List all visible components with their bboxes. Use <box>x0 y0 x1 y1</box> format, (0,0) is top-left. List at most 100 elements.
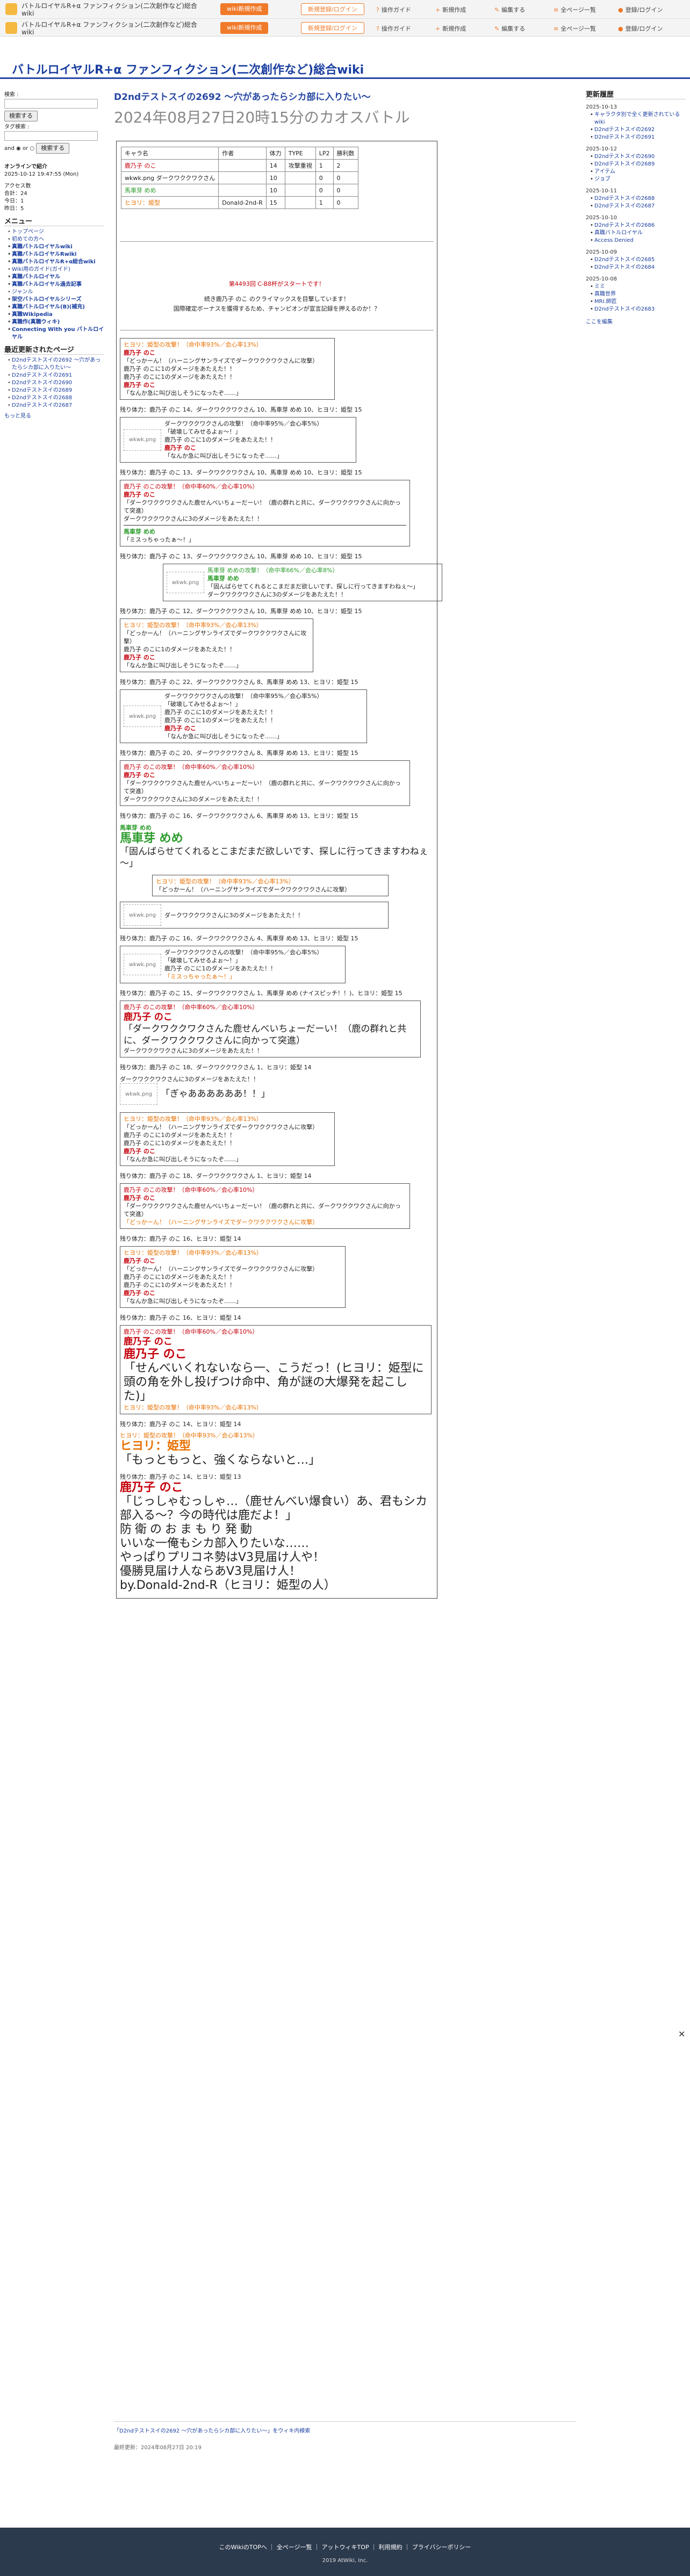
menu-item[interactable]: 真職作(真職ウィキ) <box>8 319 104 326</box>
history-item[interactable]: MRI.師匠 <box>590 298 686 306</box>
or-radio[interactable]: ○ <box>30 146 34 152</box>
nav-guide-2[interactable]: ? 操作ガイド <box>376 24 411 33</box>
nav-guide[interactable]: ? 操作ガイド <box>376 5 411 14</box>
history-item[interactable]: D2ndテストスイの2689 <box>590 161 686 168</box>
quote-large: 「もっともっと、強くならないと…」 <box>120 1454 321 1467</box>
nav-new-2[interactable]: + 新規作成 <box>435 24 466 33</box>
history-item[interactable]: D2ndテストスイの2691 <box>590 134 686 141</box>
history-date: 2025-10-13 <box>586 104 617 110</box>
history-date: 2025-10-12 <box>586 146 617 152</box>
menu-item[interactable]: 真職バトルロイヤルR+α総合wiki <box>8 258 104 266</box>
footer-link[interactable]: このWikiのTOPへ <box>219 2544 267 2551</box>
damage-line: 鹿乃子 のこに1のダメージをあたえた！！ <box>124 1132 235 1139</box>
speaker: 馬車芽 めめ <box>124 528 155 535</box>
table-cell: 10 <box>265 171 285 184</box>
attack-line: ヒヨリ：姫型の攻撃！（命中率93%／会心率13%） <box>124 622 262 629</box>
damage-line: 鹿乃子 のこに1のダメージをあたえた！！ <box>124 373 235 380</box>
title-divider <box>0 77 690 79</box>
recent-more-link[interactable]: もっと見る <box>4 413 31 419</box>
menu-item[interactable]: 架空バトルロイヤルシリーズ <box>8 296 104 304</box>
history-date: 2025-10-09 <box>586 249 617 255</box>
nav-register-2[interactable]: ● 登録/ログイン <box>618 24 663 33</box>
menu-item[interactable]: 真職バトルロイヤル過去記事 <box>8 281 104 289</box>
history-item[interactable]: キャラクタ別で全く更新されているwiki <box>590 111 686 126</box>
login-button[interactable]: 新規登録/ログイン <box>301 3 364 15</box>
recent-item[interactable]: D2ndテストスイの2688 <box>8 394 104 402</box>
menu-item[interactable]: 真職バトルロイヤルRwiki <box>8 251 104 258</box>
history-item[interactable]: 真職バトルロイヤル <box>590 229 686 237</box>
history-edit-link[interactable]: ここを編集 <box>586 319 613 325</box>
history-item[interactable]: D2ndテストスイの2685 <box>590 256 686 264</box>
speaker-large: 鹿乃子 のこ <box>124 1336 172 1347</box>
site-title[interactable]: バトルロイヤルR+α ファンフィクション(二次創作など)総合wiki <box>12 60 364 77</box>
table-cell: 1 <box>315 196 334 209</box>
menu-item[interactable]: ジャンル <box>8 289 104 296</box>
login-button-2[interactable]: 新規登録/ログイン <box>301 22 364 34</box>
search-input[interactable] <box>4 99 98 109</box>
and-radio[interactable]: ◉ <box>16 146 21 152</box>
history-item[interactable]: D2ndテストスイの2684 <box>590 264 686 271</box>
quote-large: 「せんべいくれないなら一、こうだっ！(ヒヨリ：姫型に頭の角を外し投げつけ命中、角… <box>124 1362 424 1403</box>
nav-all-pages[interactable]: ≡ 全ページ一覧 <box>554 5 596 14</box>
wiki-new-button[interactable]: wiki新規作成 <box>220 3 269 15</box>
tag-search-button[interactable]: 検索する <box>36 143 70 154</box>
speaker-large: 鹿乃子 のこ <box>124 1012 172 1023</box>
site-name-2[interactable]: バトルロイヤルR+α ファンフィクション(二次創作など)総合wiki <box>21 21 199 36</box>
history-item[interactable]: ジョブ <box>590 176 686 183</box>
quote-large: 防衛のおまもり発動 <box>120 1523 256 1536</box>
turn-box: ヒヨリ：姫型の攻撃！（命中率93%／会心率13%） 鹿乃子 のこ 「どっかーん！… <box>120 1246 346 1308</box>
tag-search-input[interactable] <box>4 131 98 141</box>
history-item[interactable]: D2ndテストスイの2688 <box>590 195 686 203</box>
intro-line: 第4493回 C-B8杯がスタートです！ <box>228 280 325 287</box>
menu-item[interactable]: トップページ <box>8 228 104 236</box>
footer-link[interactable]: 全ページ一覧 <box>277 2544 312 2551</box>
footer-link[interactable]: プライバシーポリシー <box>412 2544 471 2551</box>
quote: 「固んばらせてくれるとこまだまだ欲しいです、探しに行ってきますわねぇ～」 <box>207 583 419 590</box>
access-title: アクセス数 <box>4 183 31 189</box>
menu-item[interactable]: 真職バトルロイヤルwiki <box>8 243 104 251</box>
footer-link[interactable]: アットウィキTOP <box>322 2544 369 2551</box>
nav-edit[interactable]: ✎ 編集する <box>494 5 525 14</box>
history-item[interactable]: 真職世界 <box>590 291 686 298</box>
history-item[interactable]: ミミ <box>590 283 686 291</box>
history-item[interactable]: D2ndテストスイの2687 <box>590 203 686 210</box>
recent-item[interactable]: D2ndテストスイの2689 <box>8 387 104 394</box>
site-logo-icon-2[interactable] <box>5 22 17 34</box>
history-item[interactable]: D2ndテストスイの2690 <box>590 153 686 161</box>
recent-item[interactable]: D2ndテストスイの2691 <box>8 372 104 379</box>
attack-line: 鹿乃子 のこの攻撃！（命中率60%／会心率10%） <box>124 1004 258 1011</box>
nav-new[interactable]: + 新規作成 <box>435 5 466 14</box>
site-logo-icon[interactable] <box>5 3 17 15</box>
wiki-search-link[interactable]: 「D2ndテストスイの2692 〜穴があったらシカ部に入りたい〜」をウィキ内検索 <box>114 2428 310 2434</box>
menu-item[interactable]: 真職Wikipedia <box>8 311 104 319</box>
history-item[interactable]: D2ndテストスイの2692 <box>590 126 686 134</box>
history-item[interactable]: D2ndテストスイの2683 <box>590 306 686 313</box>
speaker: 鹿乃子 のこ <box>124 382 155 388</box>
history-item[interactable]: アイテム <box>590 168 686 176</box>
page-subtitle: 2024年08月27日20時15分のカオスバトル <box>114 109 410 126</box>
search-button[interactable]: 検索する <box>4 111 38 121</box>
recent-item[interactable]: D2ndテストスイの2692 〜穴があったらシカ部に入りたい〜 <box>8 357 104 372</box>
menu-item[interactable]: 真職バトルロイヤル <box>8 274 104 281</box>
menu-item[interactable]: 初めての方へ <box>8 236 104 243</box>
footer-link[interactable]: 利用規約 <box>379 2544 402 2551</box>
table-cell <box>284 171 316 184</box>
menu-item[interactable]: 真職バトルロイヤル(B)(補充) <box>8 304 104 311</box>
site-name[interactable]: バトルロイヤルR+α ファンフィクション(二次創作など)総合wiki <box>21 2 199 17</box>
pencil-icon: ✎ <box>494 6 500 13</box>
recent-item[interactable]: D2ndテストスイの2690 <box>8 379 104 387</box>
nav-all-pages-2[interactable]: ≡ 全ページ一覧 <box>554 24 596 33</box>
table-cell <box>218 171 267 184</box>
wiki-new-button-2[interactable]: wiki新規作成 <box>220 22 269 34</box>
nav-edit-2[interactable]: ✎ 編集する <box>494 24 525 33</box>
table-cell: 0 <box>333 184 358 197</box>
close-icon[interactable]: ✕ <box>678 2029 685 2039</box>
menu-item[interactable]: Connecting With you バトルロイヤル <box>8 326 104 341</box>
recent-item[interactable]: D2ndテストスイの2687 <box>8 402 104 409</box>
damage-line: 鹿乃子 のこに1のダメージをあたえた！！ <box>124 1140 235 1147</box>
menu-item[interactable]: Wiki用のガイド(ガイド) <box>8 266 104 274</box>
history-item[interactable]: D2ndテストスイの2686 <box>590 222 686 229</box>
nav-register[interactable]: ● 登録/ログイン <box>618 5 663 14</box>
speaker: 鹿乃子 のこ <box>124 1195 155 1201</box>
history-item[interactable]: Access Denied <box>590 237 686 244</box>
